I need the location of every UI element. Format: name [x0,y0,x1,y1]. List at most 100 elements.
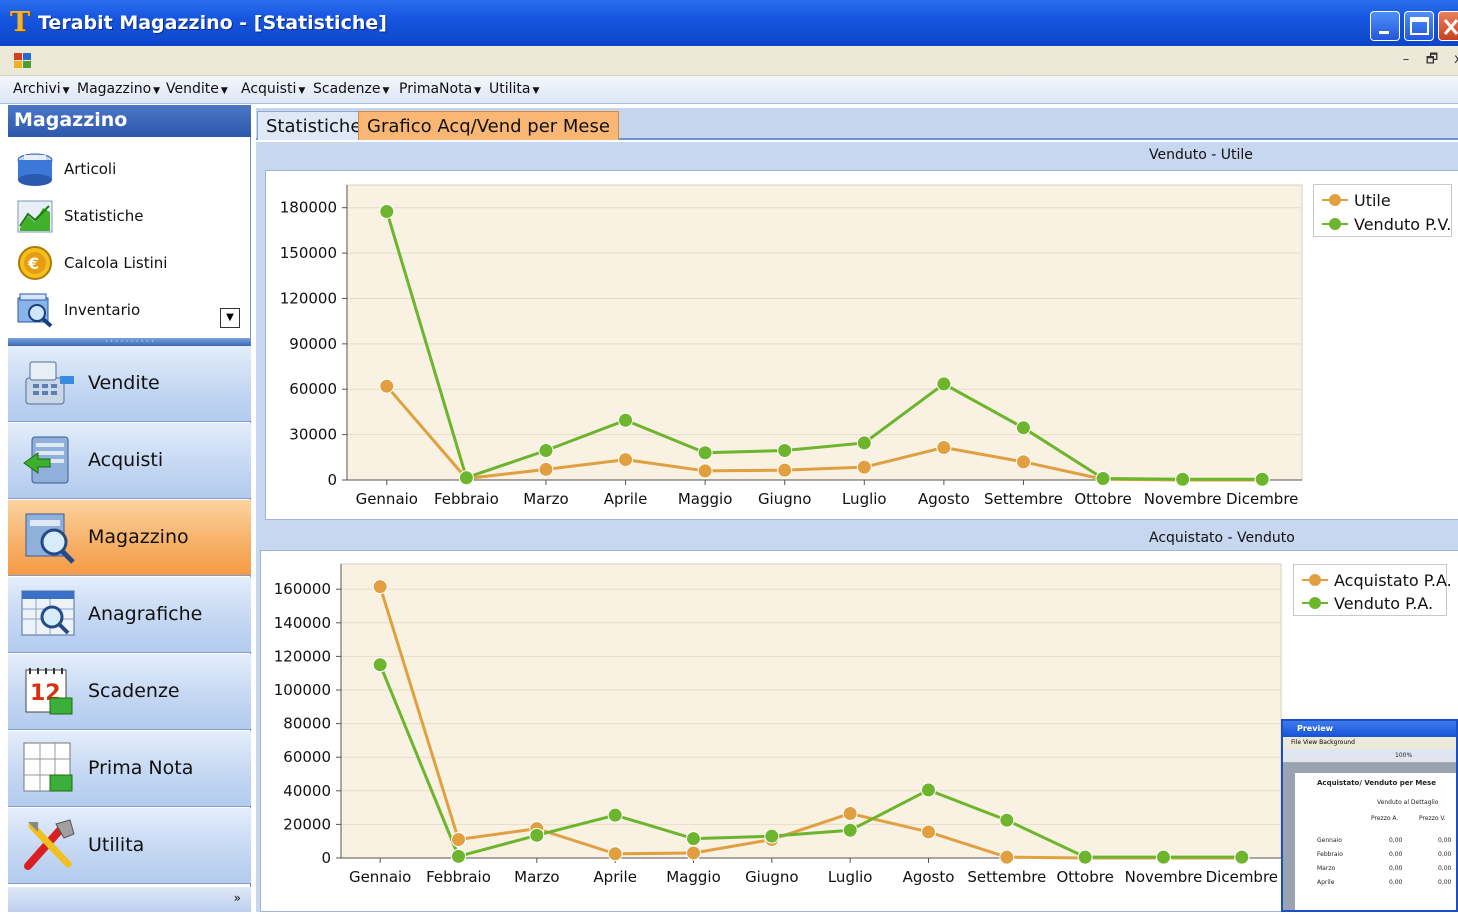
window-titlebar: T Terabit Magazzino - [Statistiche] [0,0,1458,46]
x-tick-label: Maggio [678,490,733,508]
minimize-button[interactable] [1370,11,1400,41]
mdi-toolbar: – 🗗 x [0,46,1458,76]
data-point-series-2 [1077,849,1093,865]
data-point-series-2 [842,822,858,838]
preview-window[interactable]: Preview File View Background 100% Acquis… [1281,719,1458,912]
chart1-legend: Utile Venduto P.V. [1313,184,1452,237]
data-point-series-1 [856,459,872,475]
nav-button-label: Anagrafiche [88,603,203,625]
x-tick-label: Agosto [918,490,970,508]
data-point-series-2 [458,470,474,486]
maximize-icon [1410,17,1429,35]
data-point-series-1 [1015,454,1031,470]
data-point-series-2 [529,827,545,843]
sidebar-splitter-handle[interactable]: · · · · · · · · · · [8,338,251,346]
legend-label: Utile [1354,191,1391,210]
preview-row-month: Gennaio [1317,837,1342,844]
data-point-series-2 [618,412,634,428]
tools-icon [24,819,75,870]
data-point-series-1 [921,824,936,840]
x-tick-label: Aprile [593,868,637,886]
sidebar-item-label: Inventario [64,301,141,319]
x-tick-label: Gennaio [349,868,411,886]
y-tick-label: 140000 [274,614,331,632]
menu-scadenze[interactable]: Scadenze ▼ [313,81,389,97]
x-tick-label: Dicembre [1226,490,1298,508]
y-tick-label: 80000 [283,715,331,733]
data-point-series-2 [856,435,872,451]
preview-row-month: Febbraio [1317,851,1343,858]
x-tick-label: Giugno [758,490,812,508]
x-tick-label: Aprile [604,490,648,508]
nav-button-anagrafiche[interactable]: Anagrafiche [8,577,251,653]
menu-vendite[interactable]: Vendite ▼ [166,81,228,97]
menu-utilita[interactable]: Utilita ▼ [489,81,539,97]
close-button[interactable] [1438,11,1458,41]
warehouse-search-icon [25,513,75,564]
legend-marker-venduto-pv [1322,218,1348,230]
y-tick-label: 100000 [274,681,331,699]
menu-primanota[interactable]: PrimaNota ▼ [399,81,481,97]
preview-row-v: 0,00 [1438,879,1452,886]
preview-row-a: 0,00 [1389,879,1403,886]
inventory-icon [17,293,53,328]
plot-background [340,563,1282,859]
preview-menu[interactable]: File View Background [1283,737,1456,749]
sidebar-item-articoli[interactable]: Articoli [14,149,244,189]
sidebar-more-dropdown[interactable]: ▼ [220,308,240,328]
tab-statistiche[interactable]: Statistiche [257,111,371,140]
purchase-icon [23,436,69,484]
data-point-series-1 [379,378,395,394]
nav-button-acquisti[interactable]: Acquisti [8,423,251,499]
y-tick-label: 120000 [274,647,331,665]
maximize-button[interactable] [1404,11,1434,41]
preview-toolbar[interactable]: 100% [1283,749,1456,763]
menu-acquisti[interactable]: Acquisti ▼ [241,81,305,97]
preview-report-title: Acquistato/ Venduto per Mese [1317,779,1436,787]
nav-button-scadenze[interactable]: 12 Scadenze [8,654,251,730]
svg-text:€: € [27,254,39,273]
nav-button-vendite[interactable]: Vendite [8,346,251,422]
x-tick-label: Ottobre [1074,490,1131,508]
nav-button-utilita[interactable]: Utilita [8,808,251,884]
chart2-panel: 0 20000 40000 60000 80000 100000 120000 140000 1… [260,550,1458,912]
nav-button-magazzino[interactable]: Magazzino [8,500,251,576]
data-point-series-2 [1175,471,1191,487]
sidebar-item-calcola-listini[interactable]: € Calcola Listini [14,243,244,283]
sidebar-footer[interactable]: » [8,887,251,912]
data-point-series-1 [842,805,858,821]
mdi-close-button[interactable]: x [1450,52,1458,68]
sidebar-item-inventario[interactable]: Inventario [14,290,244,330]
x-tick-label: Febbraio [426,868,491,886]
data-point-series-2 [1234,849,1250,865]
y-tick-label: 160000 [274,580,331,598]
x-tick-label: Settembre [967,868,1046,886]
nav-button-prima-nota[interactable]: Prima Nota [8,731,251,807]
chart1-svg: 0 30000 60000 90000 120000 150000 180000 Gennai… [280,184,1303,508]
chevron-double-right-icon: » [233,891,241,905]
data-point-series-2 [777,443,793,458]
legend-marker-utile [1322,194,1348,206]
nav-button-label: Acquisti [88,449,164,471]
menu-magazzino[interactable]: Magazzino ▼ [77,81,160,97]
mdi-minimize-button[interactable]: – [1398,52,1414,68]
preview-sheet: Acquistato/ Venduto per Mese Venduto al … [1295,773,1456,910]
data-point-series-2 [372,657,388,673]
chart2-svg: 0 20000 40000 60000 80000 100000 120000 140000 1… [274,563,1282,886]
menu-archivi[interactable]: Archivi ▼ [13,81,70,97]
chart1-panel: 0 30000 60000 90000 120000 150000 180000 Gennai… [265,170,1458,520]
y-tick-label: 20000 [283,815,331,833]
tab-grafico-acq-vend[interactable]: Grafico Acq/Vend per Mese [358,111,619,140]
preview-row-a: 0,00 [1389,851,1403,858]
mdi-child-icon[interactable] [13,52,33,70]
preview-row-month: Aprile [1317,879,1335,886]
mdi-restore-button[interactable]: 🗗 [1424,52,1440,68]
sidebar-item-statistiche[interactable]: Statistiche [14,196,244,236]
data-point-series-2 [1015,420,1031,436]
data-point-series-1 [777,462,793,478]
data-point-series-1 [999,849,1015,865]
data-point-series-1 [607,846,623,862]
box-icon [17,153,53,186]
preview-zoom[interactable]: 100% [1395,752,1412,759]
data-point-series-1 [686,845,701,861]
